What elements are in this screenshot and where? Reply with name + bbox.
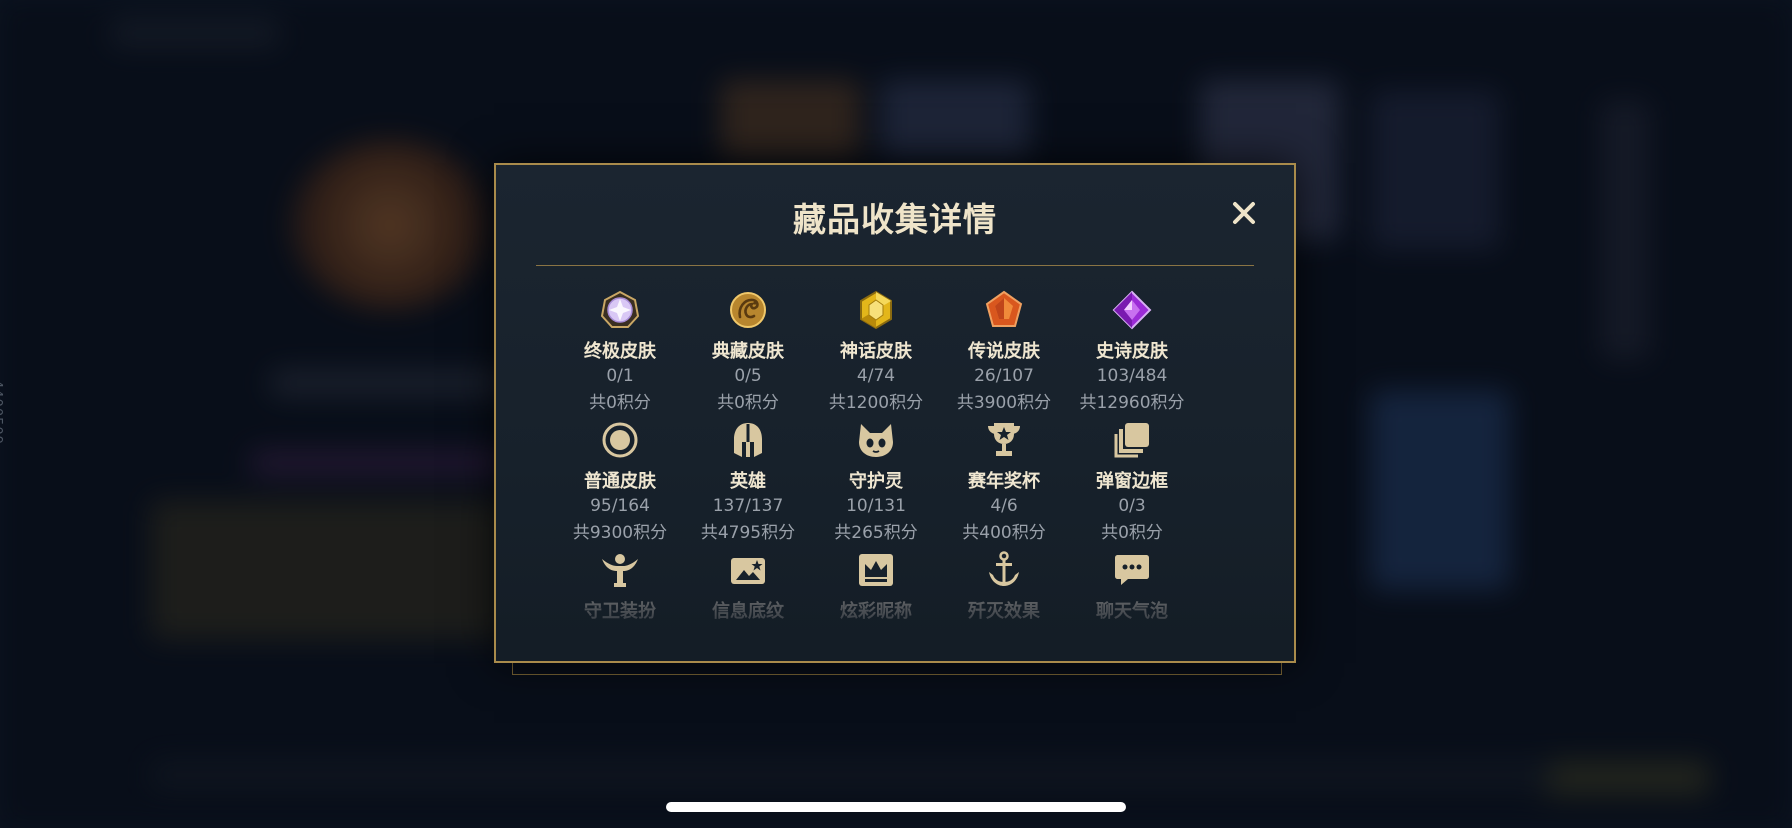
collection-item-chat-bubble[interactable]: 聊天气泡	[1068, 545, 1196, 661]
item-count: 0/5	[734, 366, 762, 386]
collection-grid: 终极皮肤 0/1 共0积分 典藏皮肤 0/5 共0积分 神话皮肤 4/74 共1…	[556, 285, 1196, 661]
chat-bubble-icon	[1111, 549, 1153, 591]
collection-item-mythic[interactable]: 神话皮肤 4/74 共1200积分	[812, 285, 940, 415]
collection-row: 普通皮肤 95/164 共9300积分 英雄 137/137 共4795积分 守…	[556, 415, 1196, 545]
item-label: 终极皮肤	[584, 341, 656, 362]
item-points: 共265积分	[834, 523, 918, 543]
collection-item-legendary[interactable]: 传说皮肤 26/107 共3900积分	[940, 285, 1068, 415]
collection-item-champion[interactable]: 英雄 137/137 共4795积分	[684, 415, 812, 545]
crown-icon	[855, 549, 897, 591]
item-label: 信息底纹	[712, 601, 784, 622]
item-label: 守卫装扮	[584, 601, 656, 622]
item-count: 26/107	[974, 366, 1034, 386]
collection-item-popup-frame[interactable]: 弹窗边框 0/3 共0积分	[1068, 415, 1196, 545]
collection-row: 守卫装扮 信息底纹 炫彩昵称 歼灭效果 聊天气泡	[556, 545, 1196, 661]
item-label: 弹窗边框	[1096, 471, 1168, 492]
collection-item-trophy[interactable]: 赛年奖杯 4/6 共400积分	[940, 415, 1068, 545]
item-label: 聊天气泡	[1096, 601, 1168, 622]
normal-skin-circle-icon	[599, 419, 641, 461]
little-legend-icon	[855, 419, 897, 461]
collection-details-dialog: 藏品收集详情 终极皮肤 0/1 共0积分 典藏皮肤 0/5 共0积分 神话皮肤 …	[494, 163, 1296, 663]
collection-item-ultimate[interactable]: 终极皮肤 0/1 共0积分	[556, 285, 684, 415]
build-id-text: 4400509	[0, 380, 4, 445]
item-points: 共9300积分	[572, 523, 668, 543]
item-points: 共0积分	[717, 393, 779, 413]
item-points: 共12960积分	[1079, 393, 1185, 413]
item-count: 95/164	[590, 496, 650, 516]
collection-item-ward-skin[interactable]: 守卫装扮	[556, 545, 684, 661]
prestige-dragon-emblem-icon	[727, 289, 769, 331]
item-count: 103/484	[1096, 366, 1168, 386]
item-label: 歼灭效果	[968, 601, 1040, 622]
item-label: 典藏皮肤	[712, 341, 784, 362]
collection-item-colored-nickname[interactable]: 炫彩昵称	[812, 545, 940, 661]
item-points: 共400积分	[962, 523, 1046, 543]
item-points: 共3900积分	[956, 393, 1052, 413]
trophy-icon	[983, 419, 1025, 461]
item-label: 英雄	[730, 471, 766, 492]
collection-item-banner[interactable]: 信息底纹	[684, 545, 812, 661]
item-points: 共0积分	[589, 393, 651, 413]
item-points: 共1200积分	[828, 393, 924, 413]
close-button[interactable]	[1228, 197, 1260, 229]
mythic-gem-icon	[855, 289, 897, 331]
item-count: 0/1	[606, 366, 634, 386]
item-label: 史诗皮肤	[1096, 341, 1168, 362]
collection-item-epic[interactable]: 史诗皮肤 103/484 共12960积分	[1068, 285, 1196, 415]
collection-item-little-legend[interactable]: 守护灵 10/131 共265积分	[812, 415, 940, 545]
title-divider	[536, 265, 1254, 266]
item-count: 137/137	[712, 496, 784, 516]
champion-helmet-icon	[727, 419, 769, 461]
collection-item-elimination-effect[interactable]: 歼灭效果	[940, 545, 1068, 661]
legendary-gem-icon	[983, 289, 1025, 331]
item-points: 共0积分	[1101, 523, 1163, 543]
collection-row: 终极皮肤 0/1 共0积分 典藏皮肤 0/5 共0积分 神话皮肤 4/74 共1…	[556, 285, 1196, 415]
epic-gem-icon	[1111, 289, 1153, 331]
anchor-icon	[983, 549, 1025, 591]
item-label: 炫彩昵称	[840, 601, 912, 622]
banner-icon	[727, 549, 769, 591]
collection-item-normal-skin[interactable]: 普通皮肤 95/164 共9300积分	[556, 415, 684, 545]
item-label: 赛年奖杯	[968, 471, 1040, 492]
item-points: 共4795积分	[700, 523, 796, 543]
popup-frame-icon	[1111, 419, 1153, 461]
close-icon	[1233, 202, 1255, 224]
item-count: 4/6	[990, 496, 1018, 516]
item-label: 普通皮肤	[584, 471, 656, 492]
collection-item-prestige[interactable]: 典藏皮肤 0/5 共0积分	[684, 285, 812, 415]
dialog-title: 藏品收集详情	[793, 200, 997, 239]
ward-skin-icon	[599, 549, 641, 591]
item-count: 4/74	[856, 366, 896, 386]
item-label: 守护灵	[849, 471, 903, 492]
item-count: 0/3	[1118, 496, 1146, 516]
item-count: 10/131	[846, 496, 906, 516]
item-label: 神话皮肤	[840, 341, 912, 362]
screen: 4400509 藏品收集详情 终极皮肤 0/1 共0积分 典藏皮肤 0/5 共0…	[0, 0, 1792, 828]
ultimate-skin-gem-icon	[599, 289, 641, 331]
item-label: 传说皮肤	[968, 341, 1040, 362]
home-indicator[interactable]	[666, 802, 1126, 812]
